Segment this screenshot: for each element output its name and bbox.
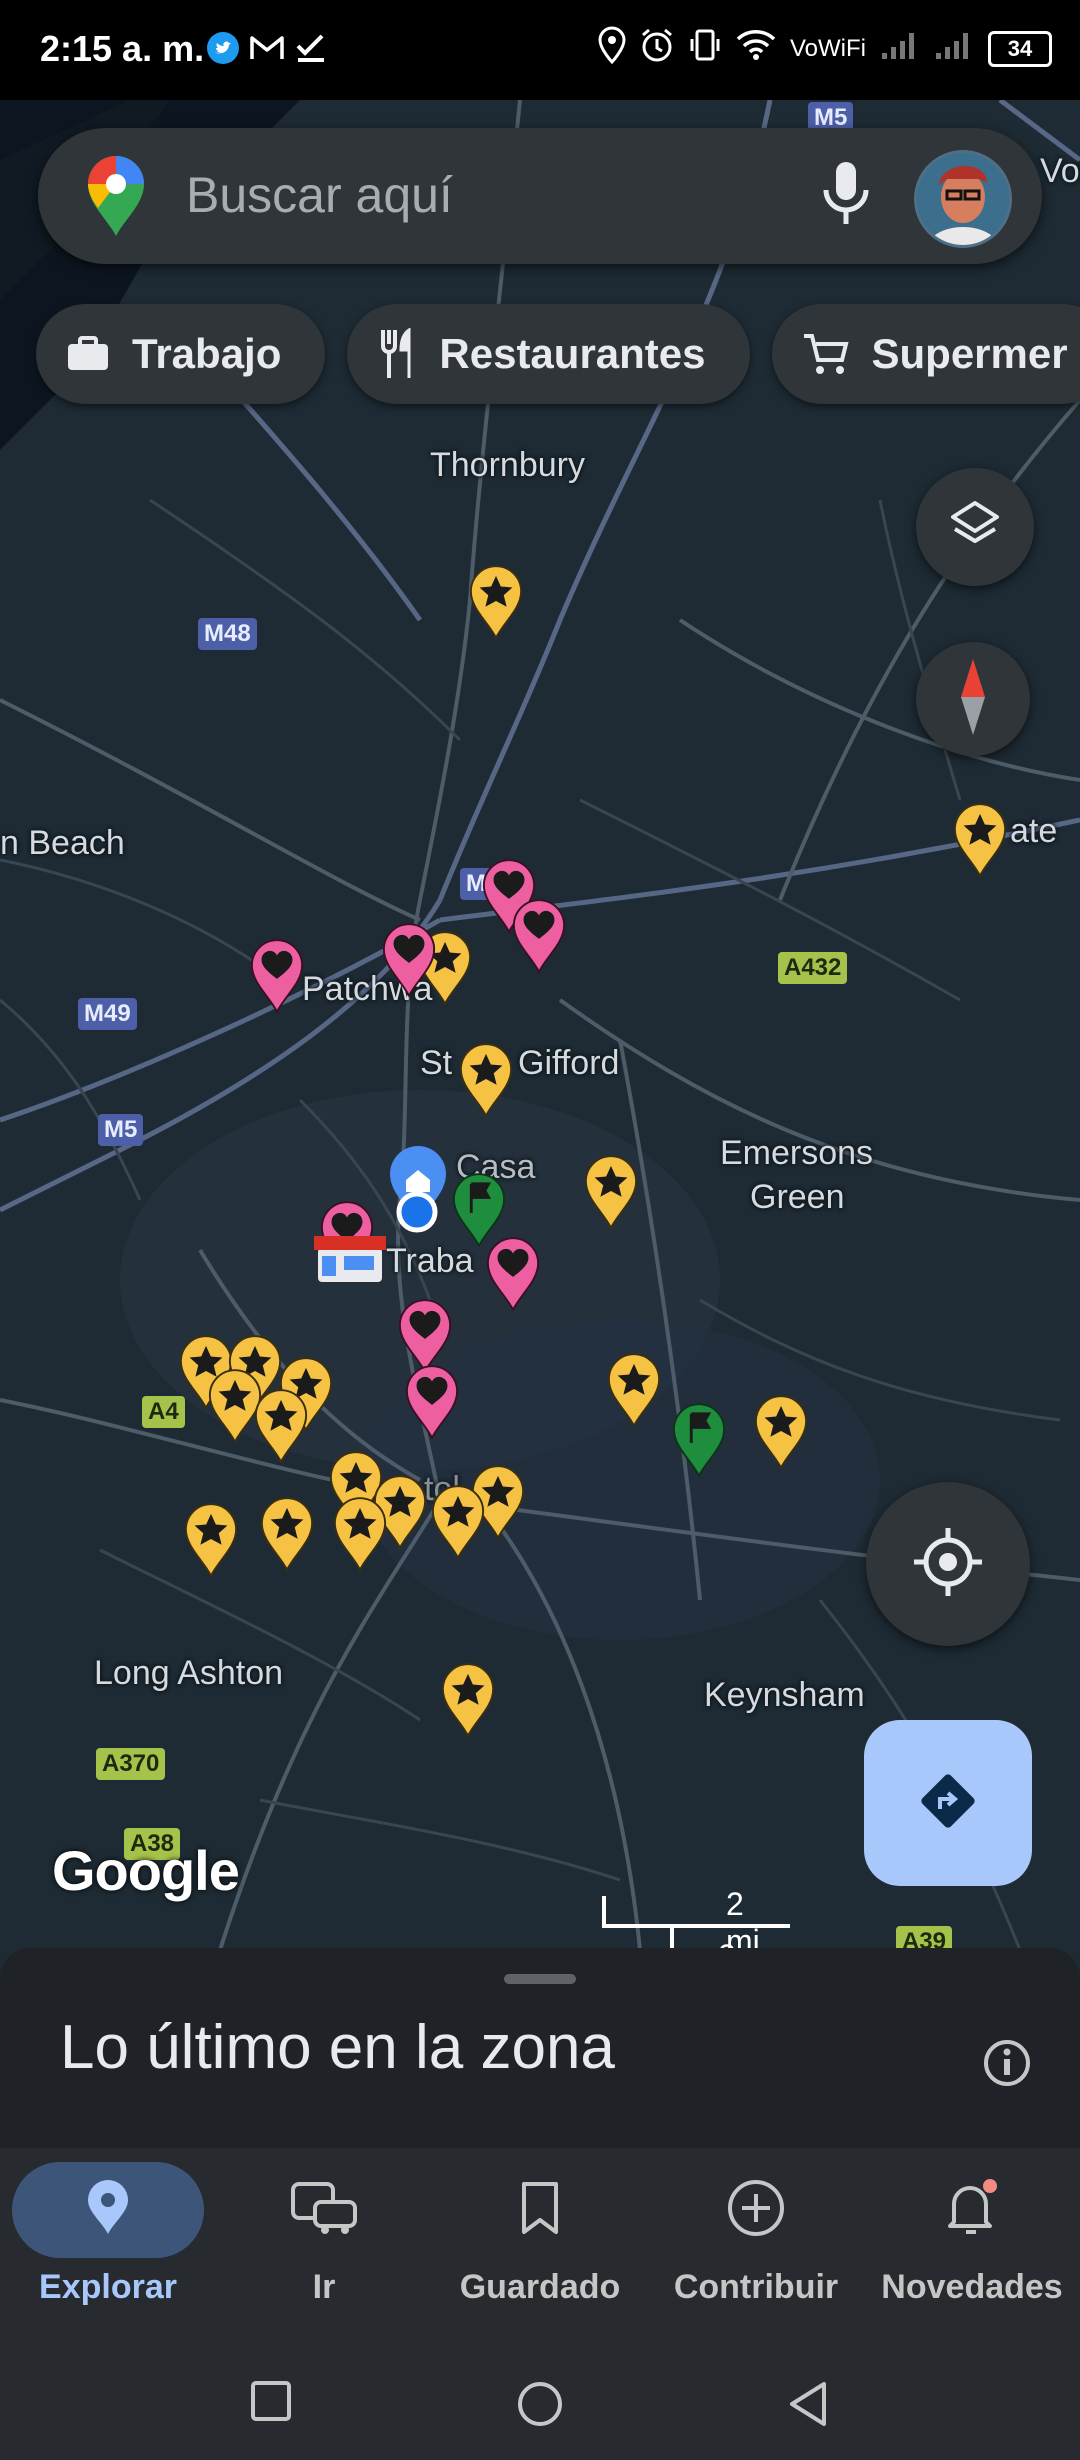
- star-pin[interactable]: [584, 1155, 638, 1229]
- crosshair-icon: [912, 1526, 984, 1603]
- gmail-icon: [249, 28, 285, 68]
- work-shop-icon[interactable]: [314, 1236, 386, 1282]
- star-pin[interactable]: [441, 1663, 495, 1737]
- sheet-title: Lo último en la zona: [60, 2013, 615, 2082]
- briefcase-icon: [66, 336, 110, 372]
- star-pin[interactable]: [459, 1043, 513, 1117]
- nav-label: Contribuir: [673, 2268, 839, 2306]
- star-pin[interactable]: [754, 1395, 808, 1469]
- vibrate-icon: [688, 27, 722, 70]
- compass-button[interactable]: [916, 642, 1030, 756]
- sheet-drag-handle[interactable]: [504, 1974, 576, 1984]
- chip-restaurantes[interactable]: Restaurantes: [347, 304, 750, 404]
- star-pin[interactable]: [260, 1497, 314, 1571]
- my-location-dot: [396, 1191, 438, 1233]
- nav-novedades[interactable]: Novedades: [864, 2148, 1080, 2338]
- flag-pin[interactable]: [452, 1172, 506, 1248]
- google-maps-logo-icon: [86, 154, 146, 243]
- star-pin[interactable]: [469, 565, 523, 639]
- google-logo: Google: [52, 1839, 240, 1902]
- fork-knife-icon: [377, 328, 417, 380]
- nav-label: Ir: [312, 2268, 336, 2306]
- directions-icon: [918, 1771, 978, 1836]
- nav-label: Guardado: [459, 2268, 621, 2306]
- info-icon[interactable]: [982, 2038, 1032, 2093]
- wifi-icon: [736, 29, 776, 68]
- star-pin[interactable]: [184, 1503, 238, 1577]
- layers-icon: [947, 497, 1003, 558]
- heart-pin[interactable]: [512, 899, 566, 973]
- my-location-button[interactable]: [866, 1482, 1030, 1646]
- heart-pin[interactable]: [398, 1299, 452, 1373]
- nav-ir[interactable]: Ir: [216, 2148, 432, 2338]
- chip-label: Supermer: [871, 330, 1068, 377]
- nav-label: Novedades: [881, 2268, 1063, 2306]
- layers-button[interactable]: [916, 468, 1034, 586]
- category-chips: Trabajo Restaurantes Supermer: [36, 304, 1080, 404]
- status-time: 2:15 a. m.: [40, 28, 205, 69]
- star-pin[interactable]: [208, 1369, 262, 1443]
- star-pin[interactable]: [953, 803, 1007, 877]
- chip-supermercado[interactable]: Supermer: [771, 304, 1080, 404]
- signal-icon: [880, 29, 920, 68]
- status-bar: 2:15 a. m. VoWiFi 34: [0, 0, 1080, 100]
- star-pin[interactable]: [431, 1485, 485, 1559]
- search-placeholder[interactable]: Buscar aquí: [186, 166, 453, 224]
- bell-icon: [944, 2178, 1000, 2243]
- task-check-icon: [293, 28, 329, 68]
- nav-contribuir[interactable]: Contribuir: [648, 2148, 864, 2338]
- system-navigation-bar: [0, 2338, 1080, 2460]
- alarm-icon: [640, 27, 674, 70]
- pin-icon: [86, 2179, 130, 2241]
- flag-pin[interactable]: [672, 1402, 726, 1478]
- add-circle-icon: [726, 2178, 786, 2243]
- location-icon: [598, 26, 626, 71]
- heart-pin[interactable]: [486, 1237, 540, 1311]
- bottom-sheet[interactable]: Lo último en la zona: [0, 1948, 1080, 2148]
- chip-label: Trabajo: [132, 330, 282, 377]
- home-icon[interactable]: [516, 2380, 564, 2433]
- nav-guardado[interactable]: Guardado: [432, 2148, 648, 2338]
- twitter-icon: [205, 28, 241, 68]
- star-pin[interactable]: [254, 1389, 308, 1463]
- bookmark-icon: [520, 2180, 560, 2241]
- compass-icon: [953, 657, 993, 742]
- avatar[interactable]: [914, 150, 1012, 248]
- heart-pin[interactable]: [382, 923, 436, 997]
- back-icon[interactable]: [786, 2380, 830, 2433]
- commute-icon: [289, 2180, 359, 2241]
- recents-icon[interactable]: [250, 2380, 292, 2427]
- star-pin[interactable]: [607, 1353, 661, 1427]
- bottom-navigation: Explorar Ir Guardado Contribuir Novedade…: [0, 2148, 1080, 2338]
- nav-label: Explorar: [39, 2268, 177, 2306]
- search-bar[interactable]: Buscar aquí: [38, 128, 1042, 264]
- star-pin[interactable]: [333, 1497, 387, 1571]
- signal-icon-2: [934, 29, 974, 68]
- cart-icon: [802, 332, 850, 376]
- heart-pin[interactable]: [405, 1365, 459, 1439]
- chip-trabajo[interactable]: Trabajo: [36, 304, 326, 404]
- mic-icon[interactable]: [818, 158, 874, 235]
- vowifi-label: VoWiFi: [789, 34, 866, 62]
- heart-pin[interactable]: [250, 939, 304, 1013]
- battery-indicator: 34: [988, 30, 1052, 67]
- directions-button[interactable]: [864, 1720, 1032, 1886]
- nav-explorar[interactable]: Explorar: [0, 2148, 216, 2338]
- chip-label: Restaurantes: [439, 330, 706, 377]
